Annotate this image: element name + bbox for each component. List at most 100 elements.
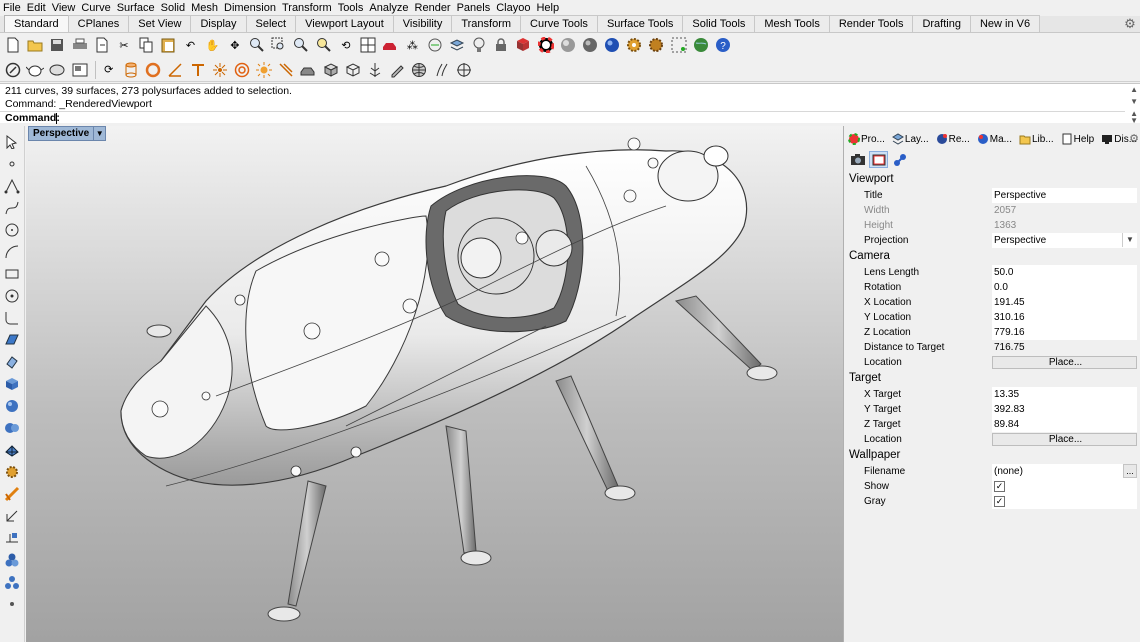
- z-location-field[interactable]: 779.16: [992, 325, 1137, 340]
- camera-place-button[interactable]: Place...: [992, 356, 1137, 369]
- curve-icon[interactable]: [4, 200, 20, 216]
- menu-panels[interactable]: Panels: [454, 0, 494, 16]
- polyline-icon[interactable]: [4, 178, 20, 194]
- prop-title-value[interactable]: Perspective: [992, 188, 1137, 203]
- solid-box-icon[interactable]: [4, 376, 20, 392]
- four-viewports-icon[interactable]: [359, 36, 377, 54]
- tab-display[interactable]: Display: [190, 15, 247, 32]
- gray-checkbox[interactable]: ✓: [994, 496, 1005, 507]
- layout-icon[interactable]: [71, 61, 89, 79]
- settings-gear-icon[interactable]: [625, 36, 643, 54]
- car-icon[interactable]: [381, 36, 399, 54]
- menu-edit[interactable]: Edit: [24, 0, 49, 16]
- tab-select[interactable]: Select: [245, 15, 297, 32]
- circle-icon[interactable]: [4, 222, 20, 238]
- zoom-window-icon[interactable]: [270, 36, 288, 54]
- copy-icon[interactable]: [137, 36, 155, 54]
- paste-icon[interactable]: [159, 36, 177, 54]
- rotation-field[interactable]: 0.0: [992, 280, 1137, 295]
- spin-down-icon[interactable]: ▼: [1130, 116, 1138, 125]
- rotate-icon[interactable]: ⟳: [100, 61, 118, 79]
- crosshair-icon[interactable]: [455, 61, 473, 79]
- menu-mesh[interactable]: Mesh: [188, 0, 221, 16]
- lunar-lander-model[interactable]: [26, 126, 843, 642]
- array-icon[interactable]: [4, 530, 20, 546]
- color-wheel-icon[interactable]: [537, 36, 555, 54]
- distance-to-target-field[interactable]: 716.75: [992, 340, 1137, 355]
- zoom-icon[interactable]: [248, 36, 266, 54]
- tab-cplanes[interactable]: CPlanes: [67, 15, 130, 32]
- panel-settings-gear-icon[interactable]: ⚙: [1129, 132, 1139, 145]
- menu-help[interactable]: Help: [533, 0, 562, 16]
- tab-standard[interactable]: Standard: [4, 15, 69, 32]
- panel-tab-materials[interactable]: Ma...: [977, 133, 1012, 145]
- projection-select[interactable]: Perspective ▼: [992, 233, 1137, 248]
- menu-curve[interactable]: Curve: [78, 0, 113, 16]
- sun-icon[interactable]: [255, 61, 273, 79]
- command-prompt-row[interactable]: Command:: [0, 111, 1125, 125]
- show-checkbox[interactable]: ✓: [994, 481, 1005, 492]
- cut-icon[interactable]: ✂: [115, 36, 133, 54]
- extrude-surface-icon[interactable]: [4, 354, 20, 370]
- panel-tab-properties[interactable]: Pro...: [848, 133, 885, 145]
- more-icon[interactable]: [4, 596, 20, 612]
- sun-burst-icon[interactable]: [211, 61, 229, 79]
- menu-dimension[interactable]: Dimension: [221, 0, 279, 16]
- target-place-button[interactable]: Place...: [992, 433, 1137, 446]
- viewport-title[interactable]: Perspective: [29, 127, 93, 140]
- y-location-field[interactable]: 310.16: [992, 310, 1137, 325]
- browse-button[interactable]: ...: [1123, 464, 1137, 478]
- menu-surface[interactable]: Surface: [114, 0, 158, 16]
- point-icon[interactable]: [4, 156, 20, 172]
- box-icon[interactable]: [322, 61, 340, 79]
- wallpaper-filename-field[interactable]: (none)...: [992, 464, 1137, 479]
- material-icon[interactable]: [514, 36, 532, 54]
- grid-dots-icon[interactable]: [670, 36, 688, 54]
- undo-icon[interactable]: ↶: [182, 36, 200, 54]
- solid-sphere-icon[interactable]: [4, 398, 20, 414]
- tab-mesh-tools[interactable]: Mesh Tools: [754, 15, 830, 32]
- tab-visibility[interactable]: Visibility: [392, 15, 453, 32]
- light-bulb-icon[interactable]: [470, 36, 488, 54]
- object-properties-icon[interactable]: [890, 151, 909, 168]
- mesh-sphere-icon[interactable]: [410, 61, 428, 79]
- menu-tools[interactable]: Tools: [335, 0, 367, 16]
- transform-gear-icon[interactable]: [4, 464, 20, 480]
- menu-solid[interactable]: Solid: [158, 0, 188, 16]
- zoom-extents-icon[interactable]: [292, 36, 310, 54]
- menu-clayoo[interactable]: Clayoo: [493, 0, 533, 16]
- perspective-viewport[interactable]: Perspective ▼: [26, 126, 843, 642]
- sphere-shade-icon[interactable]: [581, 36, 599, 54]
- viewport-menu-arrow-icon[interactable]: ▼: [93, 127, 105, 140]
- save-icon[interactable]: [48, 36, 66, 54]
- camera-icon[interactable]: [848, 151, 867, 168]
- zoom-selected-icon[interactable]: [315, 36, 333, 54]
- menu-transform[interactable]: Transform: [279, 0, 335, 16]
- mesh-icon[interactable]: [4, 442, 20, 458]
- rectangle-icon[interactable]: [4, 266, 20, 282]
- tab-settings-gear-icon[interactable]: ⚙: [1123, 17, 1137, 31]
- select-arrow-icon[interactable]: [4, 134, 20, 150]
- angle-icon[interactable]: [166, 61, 184, 79]
- line-tool-icon[interactable]: [277, 61, 295, 79]
- grid-snap-icon[interactable]: ⁂: [403, 36, 421, 54]
- tab-render-tools[interactable]: Render Tools: [828, 15, 914, 32]
- sphere-render-icon[interactable]: [559, 36, 577, 54]
- group-icon[interactable]: [4, 552, 20, 568]
- ring-icon[interactable]: [144, 61, 162, 79]
- help-icon[interactable]: ?: [714, 36, 732, 54]
- ttool-icon[interactable]: [189, 61, 207, 79]
- print-icon[interactable]: [71, 36, 89, 54]
- cplane-icon[interactable]: [426, 36, 444, 54]
- tab-drafting[interactable]: Drafting: [912, 15, 971, 32]
- move-view-icon[interactable]: ✥: [226, 36, 244, 54]
- polygon-icon[interactable]: [4, 288, 20, 304]
- fillet-icon[interactable]: [4, 310, 20, 326]
- options-icon[interactable]: [647, 36, 665, 54]
- arc-icon[interactable]: [4, 244, 20, 260]
- spheres-icon[interactable]: [4, 574, 20, 590]
- menu-render[interactable]: Render: [412, 0, 454, 16]
- tab-transform[interactable]: Transform: [451, 15, 522, 32]
- open-icon[interactable]: [26, 36, 44, 54]
- tree-icon[interactable]: [366, 61, 384, 79]
